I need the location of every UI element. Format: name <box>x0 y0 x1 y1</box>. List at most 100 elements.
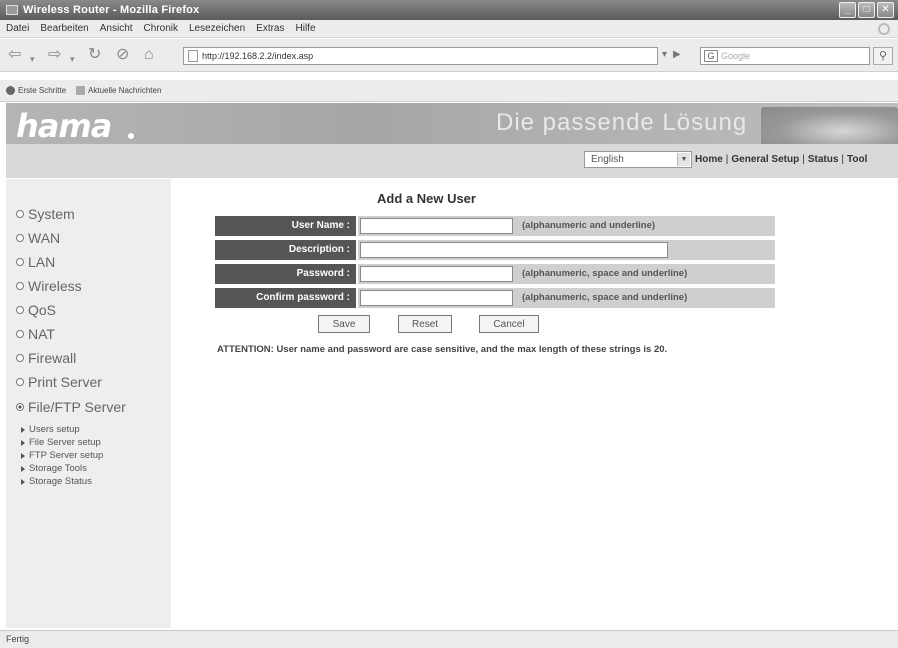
nav-tool[interactable]: Tool <box>847 154 867 165</box>
radio-icon <box>16 282 24 290</box>
cancel-button[interactable]: Cancel <box>479 315 539 333</box>
home-icon[interactable]: ⌂ <box>144 47 154 63</box>
password-label: Password : <box>215 264 356 284</box>
sidebar-item-label: QoS <box>28 302 57 318</box>
sidebar-item-label: WAN <box>28 230 61 246</box>
sidebar-item-firewall[interactable]: Firewall <box>16 350 76 366</box>
triangle-right-icon <box>21 439 25 446</box>
description-label: Description : <box>215 240 356 260</box>
sidebar-item-file-ftp-server[interactable]: File/FTP Server <box>16 399 126 415</box>
nav-separator: | <box>841 154 844 165</box>
reset-button[interactable]: Reset <box>398 315 452 333</box>
user-name-label: User Name : <box>215 216 356 236</box>
user-name-hint: (alphanumeric and underline) <box>522 220 656 231</box>
menu-help[interactable]: Hilfe <box>296 23 316 34</box>
sidebar-subitem-storage-status[interactable]: Storage Status <box>21 476 92 487</box>
sidebar-subitem-users-setup[interactable]: Users setup <box>21 424 80 435</box>
sidebar-item-label: NAT <box>28 326 55 342</box>
sidebar-item-wireless[interactable]: Wireless <box>16 278 82 294</box>
bookmark-icon <box>6 86 15 95</box>
bookmark-label: Aktuelle Nachrichten <box>88 86 162 95</box>
sidebar-item-nat[interactable]: NAT <box>16 326 55 342</box>
nav-general-setup[interactable]: General Setup <box>731 154 799 165</box>
language-value: English <box>591 154 624 165</box>
nav-home[interactable]: Home <box>695 154 723 165</box>
status-bar: Fertig <box>0 630 898 648</box>
password-hint: (alphanumeric, space and underline) <box>522 268 688 279</box>
sidebar-subitem-label: Storage Tools <box>29 463 87 474</box>
menu-history[interactable]: Chronik <box>144 23 178 34</box>
sidebar-subitem-storage-tools[interactable]: Storage Tools <box>21 463 87 474</box>
menu-file[interactable]: Datei <box>6 23 29 34</box>
sidebar-subitem-label: File Server setup <box>29 437 101 448</box>
status-text: Fertig <box>6 634 30 644</box>
sidebar: System WAN LAN Wireless QoS NAT Firewall… <box>6 179 171 628</box>
bookmark-latest-news[interactable]: Aktuelle Nachrichten <box>76 86 161 95</box>
sidebar-item-label: Wireless <box>28 278 82 294</box>
menu-view[interactable]: Ansicht <box>100 23 133 34</box>
sidebar-item-label: System <box>28 206 75 222</box>
radio-selected-icon <box>16 403 24 411</box>
menu-bar: Datei Bearbeiten Ansicht Chronik Lesezei… <box>0 20 898 38</box>
sidebar-subitem-ftp-server-setup[interactable]: FTP Server setup <box>21 450 103 461</box>
menu-bookmarks[interactable]: Lesezeichen <box>189 23 245 34</box>
nav-status[interactable]: Status <box>808 154 839 165</box>
password-input[interactable] <box>360 266 513 282</box>
confirm-password-label: Confirm password : <box>215 288 356 308</box>
description-row: Description : <box>215 240 775 260</box>
back-icon[interactable]: ⇦ <box>8 47 21 63</box>
main-content: Add a New User User Name : (alphanumeric… <box>171 179 898 628</box>
go-icon[interactable]: ▶ <box>673 49 681 60</box>
chevron-down-icon[interactable]: ▼ <box>677 153 690 166</box>
reload-icon[interactable]: ↻ <box>88 47 101 63</box>
maximize-button[interactable]: □ <box>858 2 875 18</box>
sidebar-item-qos[interactable]: QoS <box>16 302 56 318</box>
page-title: Add a New User <box>377 191 476 206</box>
menu-tools[interactable]: Extras <box>256 23 284 34</box>
navigation-toolbar: ⇦ ▾ ⇨ ▾ ↻ ⊘ ⌂ http://192.168.2.2/index.a… <box>0 39 898 72</box>
triangle-right-icon <box>21 426 25 433</box>
sidebar-item-system[interactable]: System <box>16 206 75 222</box>
search-bar[interactable]: G Google <box>700 47 870 65</box>
url-bar[interactable]: http://192.168.2.2/index.asp <box>183 47 658 65</box>
search-icon[interactable]: ⚲ <box>873 47 893 65</box>
window-title-bar: Wireless Router - Mozilla Firefox _ □ ✕ <box>0 0 898 20</box>
window-title: Wireless Router - Mozilla Firefox <box>23 4 200 16</box>
description-input[interactable] <box>360 242 668 258</box>
minimize-button[interactable]: _ <box>839 2 856 18</box>
save-button[interactable]: Save <box>318 315 370 333</box>
user-name-cell: (alphanumeric and underline) <box>358 216 775 236</box>
radio-icon <box>16 258 24 266</box>
language-select[interactable]: English ▼ <box>584 151 692 168</box>
user-name-input[interactable] <box>360 218 513 234</box>
description-cell <box>358 240 775 260</box>
router-header: hama Die passende Lösung English ▼ Home |… <box>6 103 898 178</box>
nav-separator: | <box>725 154 729 165</box>
search-engine-icon[interactable]: G <box>704 50 718 62</box>
slogan: Die passende Lösung <box>496 109 748 136</box>
forward-icon[interactable]: ⇨ <box>48 47 61 63</box>
url-dropdown-icon[interactable]: ▾ <box>662 49 667 60</box>
sidebar-item-lan[interactable]: LAN <box>16 254 55 270</box>
radio-icon <box>16 210 24 218</box>
radio-icon <box>16 306 24 314</box>
hama-logo: hama <box>16 107 112 145</box>
sidebar-item-print-server[interactable]: Print Server <box>16 374 102 390</box>
sidebar-item-wan[interactable]: WAN <box>16 230 60 246</box>
header-photo <box>761 107 898 147</box>
close-button[interactable]: ✕ <box>877 2 894 18</box>
bookmark-getting-started[interactable]: Erste Schritte <box>6 86 66 95</box>
bookmarks-toolbar: Erste Schritte Aktuelle Nachrichten <box>0 80 898 102</box>
radio-icon <box>16 330 24 338</box>
sidebar-subitem-file-server-setup[interactable]: File Server setup <box>21 437 101 448</box>
back-dropdown-icon[interactable]: ▾ <box>30 51 35 67</box>
menu-edit[interactable]: Bearbeiten <box>40 23 88 34</box>
radio-icon <box>16 354 24 362</box>
firefox-icon <box>6 5 18 15</box>
forward-dropdown-icon[interactable]: ▾ <box>70 51 75 67</box>
confirm-password-input[interactable] <box>360 290 513 306</box>
triangle-right-icon <box>21 452 25 459</box>
url-text: http://192.168.2.2/index.asp <box>202 51 314 61</box>
throbber-icon <box>878 23 890 35</box>
stop-icon[interactable]: ⊘ <box>116 47 129 63</box>
